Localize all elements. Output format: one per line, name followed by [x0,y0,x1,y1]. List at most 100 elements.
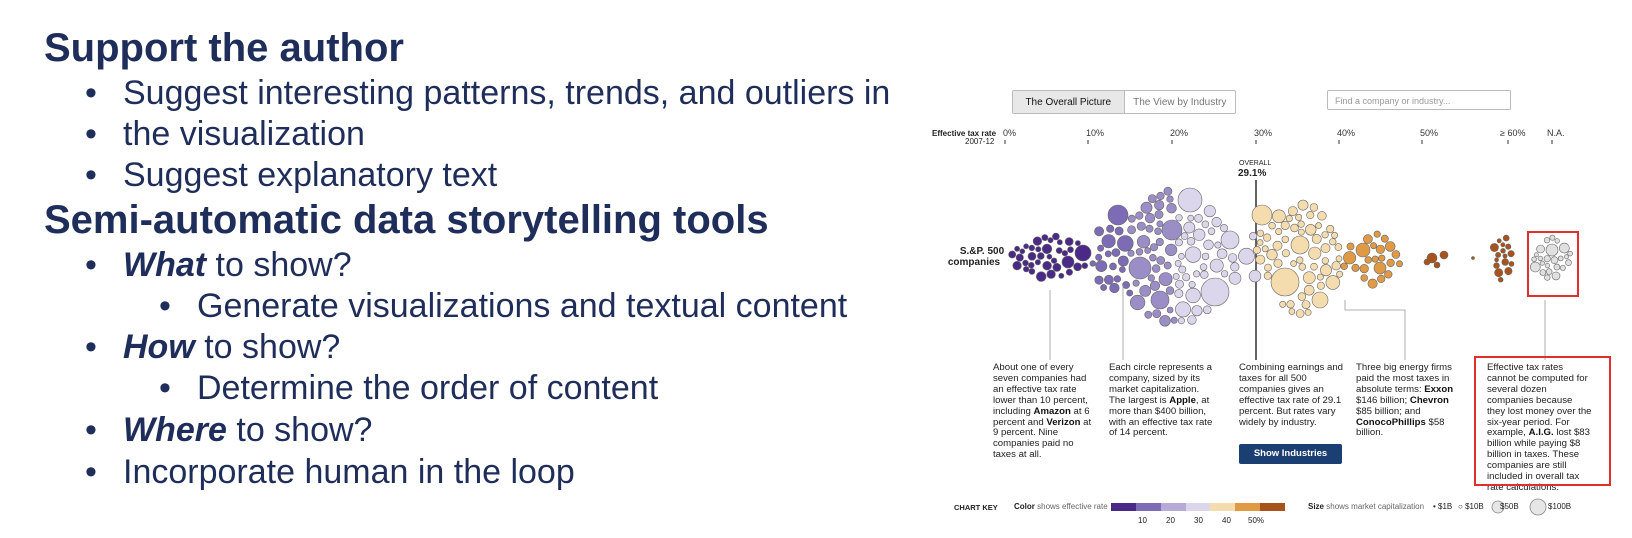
annotation-chevron: Chevron [1409,394,1449,406]
company-bubble [1145,224,1154,233]
company-bubble [1505,243,1512,250]
company-bubble [1166,306,1174,314]
company-bubble [1126,289,1134,297]
company-bubble [1129,294,1146,311]
sub-bullet-order: Determine the order of content [159,367,658,409]
company-bubble [1297,228,1305,236]
color-tick-30: 30 [1194,516,1203,525]
annotation-low-rate: About one of every seven companies had a… [993,362,1097,461]
company-bubble [1150,290,1170,310]
company-bubble [1067,246,1074,253]
size-key-sub: shows market capitalization [1326,502,1425,511]
company-bubble [1159,315,1171,327]
company-bubble [1256,229,1264,237]
size-key-bold: Size [1308,502,1325,511]
bullet-how: How to show? [85,326,340,368]
company-bubble [1177,317,1185,325]
size-key-100b: $100B [1548,502,1572,511]
company-bubble [1360,274,1368,282]
company-bubble [1493,262,1500,269]
size-key-10b-text: $10B [1465,502,1484,511]
tab-view-by-industry[interactable]: The View by Industry [1125,91,1236,113]
company-bubble [1331,231,1338,239]
show-industries-button[interactable]: Show Industries [1239,444,1342,464]
color-swatch-3 [1160,503,1186,511]
company-bubble [1186,237,1196,246]
company-bubble [1193,270,1201,278]
highlight-box-na-bubbles [1527,231,1579,297]
company-bubble [1027,251,1037,261]
company-bubble [1281,249,1290,258]
overall-value: 29.1% [1238,168,1267,179]
tick-20: 20% [1170,128,1189,138]
company-bubble [1495,251,1501,258]
chart-key-title: CHART KEY [954,503,998,512]
company-search-input[interactable]: Find a company or industry... [1327,90,1511,110]
company-bubble [1041,243,1053,254]
company-bubble [1193,228,1206,241]
company-bubble [1019,248,1026,255]
company-bubble [1175,301,1191,318]
company-bubble [1199,263,1208,271]
company-bubble [1384,241,1396,252]
bullet-what: What to show? [85,244,352,286]
company-bubble [1207,227,1216,235]
company-bubble [1273,258,1283,268]
company-bubble [1117,255,1129,267]
company-bubble [1122,281,1130,289]
company-bubble [1052,232,1060,241]
color-tick-10: 10 [1138,516,1147,525]
company-bubble [1188,281,1196,289]
company-bubble [1163,261,1172,270]
company-bubble [1386,258,1395,268]
company-bubble [1046,269,1056,279]
color-swatch-5 [1210,503,1236,511]
company-bubble [1156,220,1164,228]
company-bubble [1396,260,1403,268]
company-bubble [1032,236,1042,246]
company-bubble [1127,214,1136,223]
company-bubble [1391,250,1401,259]
tick-na: N.A. [1547,128,1565,138]
company-bubble [1185,287,1201,304]
annotation-energy: Three big energy firms paid the most tax… [1356,362,1460,439]
company-bubble [1270,267,1300,297]
company-bubble [1183,221,1196,234]
company-bubble [1500,242,1506,248]
company-bubble [1296,256,1304,264]
annotation-apple: Apple [1169,394,1196,406]
company-bubble [1285,215,1293,223]
company-bubble [1136,221,1146,231]
company-bubble [1311,291,1329,309]
company-bubble [1028,262,1035,269]
company-bubble [1028,268,1036,275]
company-bubble [1166,203,1177,214]
company-bubble [1501,258,1509,266]
company-bubble [1047,237,1054,244]
annotation-verizon: Verizon [1046,416,1081,428]
company-bubble [1377,274,1386,284]
company-bubble [1046,253,1053,260]
company-bubble [1220,224,1229,233]
company-bubble [1107,204,1129,226]
tick-50: 50% [1420,128,1439,138]
company-bubble [1253,246,1262,255]
company-bubble [1262,233,1272,242]
company-bubble [1163,186,1173,196]
tick-0: 0% [1003,128,1017,138]
company-bubble [1355,242,1371,258]
tab-overall-picture[interactable]: The Overall Picture [1013,91,1125,113]
heading-storytelling-tools: Semi-automatic data storytelling tools [44,198,769,242]
bubbles [1008,186,1573,327]
size-key-1b: • $1B [1433,502,1453,511]
company-bubble [1165,286,1175,295]
color-swatch-4 [1185,503,1211,511]
company-bubble [1248,232,1258,241]
company-bubble [1074,244,1092,262]
company-bubble [1117,235,1134,252]
company-bubble [1177,187,1203,213]
company-bubble [1113,275,1121,283]
company-bubble [1109,282,1120,294]
company-bubble [1263,271,1272,280]
company-bubble [1187,315,1197,325]
